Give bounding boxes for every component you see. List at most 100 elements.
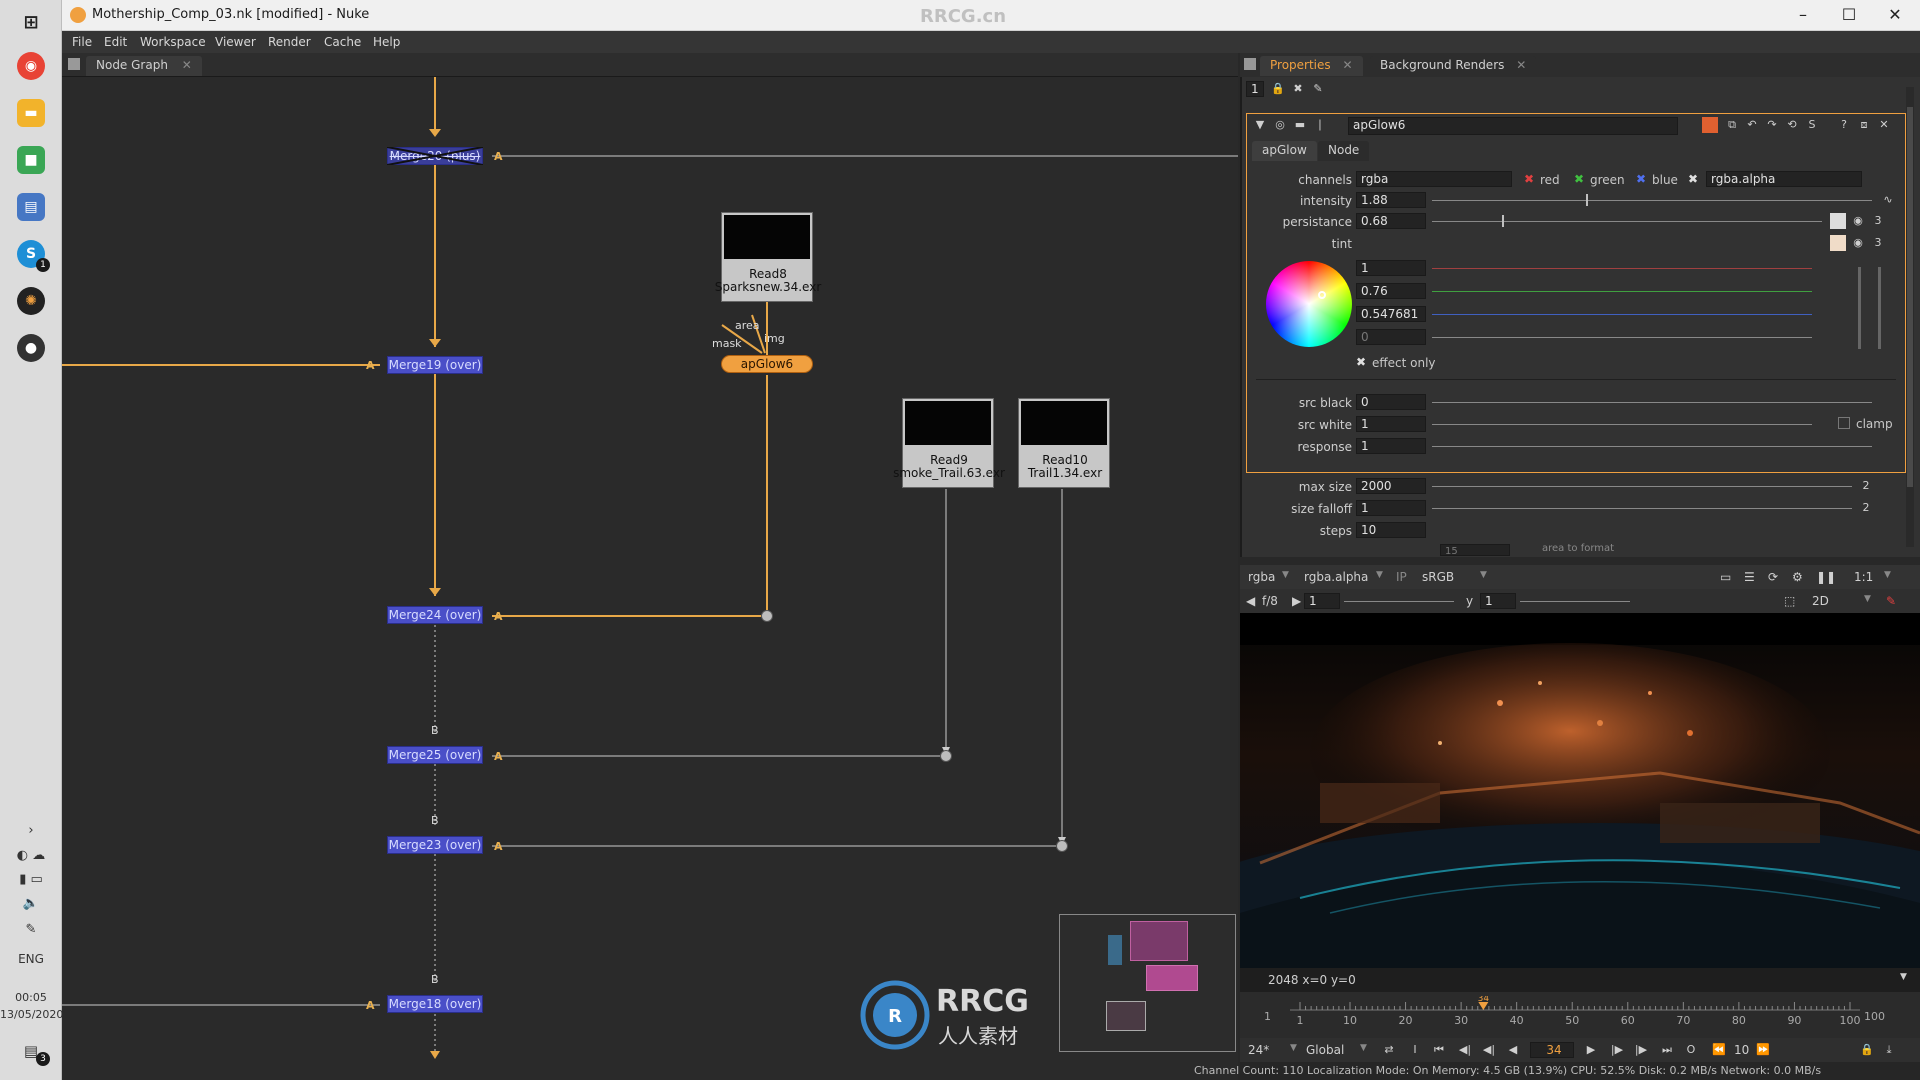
persistance-field[interactable]: 0.68: [1356, 213, 1426, 229]
color-wheel-icon[interactable]: ◉: [1850, 213, 1866, 229]
tint-a-field[interactable]: 0: [1356, 329, 1426, 345]
clear-panels-icon[interactable]: ✖: [1290, 81, 1306, 97]
curve-icon[interactable]: ∿: [1880, 192, 1896, 208]
apglow6-node[interactable]: apGlow6: [721, 355, 813, 373]
gain-left-icon[interactable]: ◀: [1246, 594, 1255, 608]
last-frame-icon[interactable]: ⏭: [1658, 1042, 1676, 1058]
read10-node[interactable]: Read10 Trail1.34.exr: [1018, 398, 1110, 488]
color-swatch-icon[interactable]: [1830, 213, 1846, 229]
chevron-down-icon[interactable]: ▼: [1376, 570, 1383, 580]
viewer-lut-dropdown[interactable]: sRGB: [1422, 570, 1454, 584]
max-size-field[interactable]: 2000: [1356, 478, 1426, 494]
response-field[interactable]: 1: [1356, 438, 1426, 454]
revert-icon[interactable]: ⟲: [1784, 117, 1800, 133]
save-icon[interactable]: S: [1804, 117, 1820, 133]
close-tab-icon[interactable]: ✕: [1342, 58, 1352, 72]
red-checkbox[interactable]: ✖: [1524, 172, 1534, 186]
alpha-channel-dropdown[interactable]: rgba.alpha: [1706, 171, 1862, 187]
skip-forward-icon[interactable]: ⏩: [1754, 1042, 1772, 1058]
out-point-icon[interactable]: O: [1682, 1042, 1700, 1058]
minimap-viewport[interactable]: [1106, 1001, 1146, 1031]
file-explorer-icon[interactable]: ▬: [17, 99, 45, 127]
next-keyframe-icon[interactable]: |▶: [1632, 1042, 1650, 1058]
edit-icon[interactable]: ✎: [1310, 81, 1326, 97]
green-app-icon[interactable]: ■: [17, 146, 45, 174]
color-wheel[interactable]: [1266, 261, 1352, 347]
tint-g-slider[interactable]: [1432, 283, 1812, 299]
menu-edit[interactable]: Edit: [104, 35, 127, 49]
viewer-icon[interactable]: ◎: [1272, 117, 1288, 133]
global-range-dropdown[interactable]: Global: [1306, 1043, 1344, 1057]
gamma-slider[interactable]: [1520, 593, 1630, 609]
calendar-app-icon[interactable]: ▤: [17, 193, 45, 221]
timeline-ruler[interactable]: 1 10 20 30 40 50 60 70 80 90 100 34: [1290, 996, 1860, 1034]
response-slider[interactable]: [1432, 438, 1872, 454]
tint-r-field[interactable]: 1: [1356, 260, 1426, 276]
viewer-alpha-dropdown[interactable]: rgba.alpha: [1304, 570, 1368, 584]
in-point-icon[interactable]: I: [1406, 1042, 1424, 1058]
tint-r-slider[interactable]: [1432, 260, 1812, 276]
subtab-apglow[interactable]: apGlow: [1252, 141, 1317, 161]
menu-render[interactable]: Render: [268, 35, 311, 49]
node-icon[interactable]: ▬: [1292, 117, 1308, 133]
volume-icon[interactable]: 🔈: [0, 896, 62, 911]
node-name-field[interactable]: apGlow6: [1348, 117, 1678, 135]
close-tab-icon[interactable]: ✕: [182, 58, 192, 72]
node-graph[interactable]: Merge20 (plus) A Merge19 (over) A Merge2…: [62, 77, 1238, 1080]
channels-dropdown[interactable]: rgba: [1356, 171, 1512, 187]
help-icon[interactable]: ❘: [1312, 117, 1328, 133]
play-forward-icon[interactable]: ▶: [1582, 1042, 1600, 1058]
tab-properties[interactable]: Properties ✕: [1260, 56, 1363, 76]
size-falloff-split-button[interactable]: 2: [1858, 500, 1874, 516]
windows-start-icon[interactable]: ⊞: [17, 8, 45, 36]
play-backward-icon[interactable]: ◀: [1504, 1042, 1522, 1058]
pen-icon[interactable]: ✎: [0, 922, 62, 937]
max-size-split-button[interactable]: 2: [1858, 478, 1874, 494]
size-falloff-slider[interactable]: [1432, 500, 1852, 516]
node-graph-minimap[interactable]: [1059, 914, 1236, 1052]
persistance-slider-handle[interactable]: [1502, 215, 1505, 227]
first-frame-icon[interactable]: ⏮: [1430, 1042, 1448, 1058]
menu-workspace[interactable]: Workspace: [140, 35, 206, 49]
src-white-slider[interactable]: [1432, 416, 1812, 432]
maximize-button[interactable]: ☐: [1826, 0, 1872, 30]
close-button[interactable]: ✕: [1872, 0, 1918, 30]
gamma-field[interactable]: 1: [1480, 593, 1516, 609]
menu-help[interactable]: Help: [373, 35, 400, 49]
pause-icon[interactable]: ❚❚: [1816, 570, 1836, 584]
size-falloff-field[interactable]: 1: [1356, 500, 1426, 516]
skip-back-icon[interactable]: ⏪: [1710, 1042, 1728, 1058]
export-icon[interactable]: ⤓: [1880, 1042, 1898, 1058]
gain-right-icon[interactable]: ▶: [1292, 594, 1301, 608]
viewer-canvas[interactable]: [1240, 613, 1920, 968]
tint-g-field[interactable]: 0.76: [1356, 283, 1426, 299]
tint-swatch-icon[interactable]: [1830, 235, 1846, 251]
roi-icon[interactable]: ▭: [1720, 570, 1731, 584]
channel-count-button[interactable]: 3: [1870, 235, 1886, 251]
merge23-node[interactable]: Merge23 (over): [387, 836, 483, 854]
close-icon[interactable]: ✕: [1876, 117, 1892, 133]
pane-menu-icon[interactable]: [68, 58, 80, 70]
dot-node-glow[interactable]: [761, 610, 773, 622]
cutoff-field[interactable]: 15: [1440, 544, 1510, 557]
lock-icon[interactable]: 🔒: [1858, 1042, 1876, 1058]
chevron-up-icon[interactable]: ›: [0, 823, 62, 838]
pane-menu-icon[interactable]: [1244, 58, 1256, 70]
input-process-toggle[interactable]: IP: [1396, 570, 1407, 584]
chevron-down-icon[interactable]: ▼: [1900, 972, 1907, 982]
list-icon[interactable]: ☰: [1744, 570, 1755, 584]
chevron-down-icon[interactable]: ▼: [1884, 570, 1891, 580]
tab-background-renders[interactable]: Background Renders ✕: [1370, 56, 1537, 76]
clock-time[interactable]: 00:05: [0, 991, 62, 1004]
max-panels-field[interactable]: 1: [1246, 81, 1264, 97]
src-white-field[interactable]: 1: [1356, 416, 1426, 432]
fps-dropdown[interactable]: 24*: [1248, 1043, 1269, 1057]
alpha-checkbox[interactable]: ✖: [1688, 172, 1698, 186]
tint-a-slider[interactable]: [1432, 329, 1812, 345]
float-icon[interactable]: ⧈: [1856, 117, 1872, 133]
frame-increment-field[interactable]: 10: [1734, 1043, 1749, 1057]
persistance-slider[interactable]: [1432, 213, 1822, 229]
merge18-node[interactable]: Merge18 (over): [387, 995, 483, 1013]
close-tab-icon[interactable]: ✕: [1516, 58, 1526, 72]
merge19-node[interactable]: Merge19 (over): [387, 356, 483, 374]
